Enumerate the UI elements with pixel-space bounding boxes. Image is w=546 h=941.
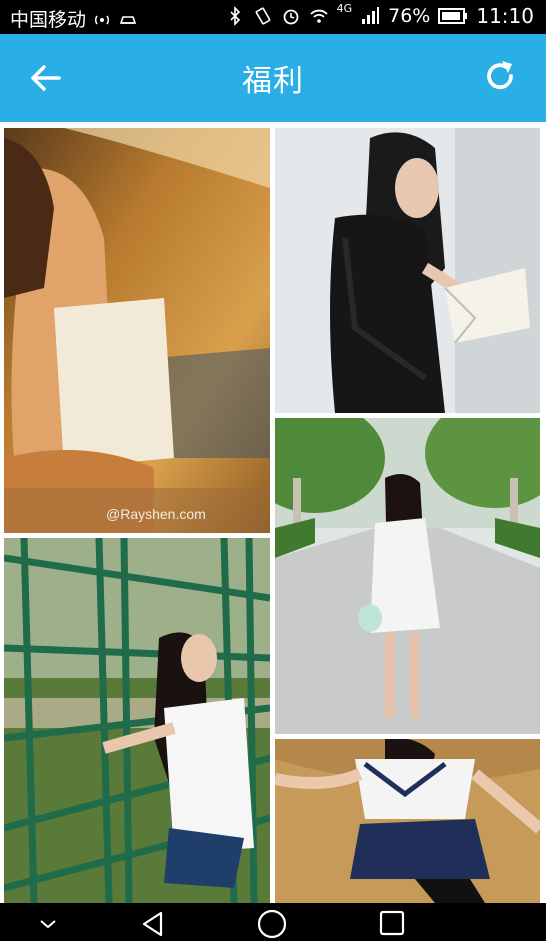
network-type-label: 4G bbox=[336, 1, 353, 15]
photo-girl-warm-room[interactable] bbox=[4, 128, 270, 533]
photo-card-2[interactable] bbox=[275, 128, 540, 413]
navigation-bar bbox=[0, 903, 546, 941]
photo-girl-reading-book[interactable] bbox=[275, 128, 540, 413]
refresh-icon[interactable] bbox=[480, 56, 520, 96]
photo-girl-green-fence[interactable] bbox=[4, 538, 270, 903]
back-triangle-icon[interactable] bbox=[138, 909, 168, 939]
status-right: 4G 76% 11:10 bbox=[225, 1, 534, 28]
photo-card-5[interactable] bbox=[275, 739, 540, 903]
photo-card-1[interactable]: @Rayshen.com bbox=[4, 128, 270, 533]
app-bar: 福利 bbox=[0, 34, 546, 122]
hotspot-icon bbox=[94, 15, 110, 24]
signal-icon bbox=[362, 7, 380, 24]
photo-girl-sailor-uniform[interactable] bbox=[275, 739, 540, 903]
photo-card-4[interactable] bbox=[4, 538, 270, 903]
collapse-icon[interactable] bbox=[38, 917, 58, 931]
alarm-icon bbox=[283, 9, 298, 25]
photo-watermark: @Rayshen.com bbox=[106, 506, 206, 522]
photo-girl-park-path[interactable] bbox=[275, 418, 540, 734]
photo-grid[interactable]: @Rayshen.com bbox=[0, 126, 546, 903]
home-circle-icon[interactable] bbox=[256, 908, 288, 940]
battery-icon bbox=[438, 8, 468, 24]
bluetooth-icon bbox=[230, 6, 240, 26]
clock: 11:10 bbox=[476, 4, 534, 28]
wifi-icon bbox=[309, 9, 328, 23]
carrier-label: 中国移动 bbox=[10, 9, 87, 31]
status-left: 中国移动 bbox=[10, 5, 138, 32]
vibrate-icon bbox=[255, 7, 270, 25]
car-icon bbox=[119, 15, 137, 24]
page-title: 福利 bbox=[242, 64, 304, 99]
battery-percent: 76% bbox=[388, 5, 431, 27]
status-bar: 中国移动 4G 76% 11:10 bbox=[0, 0, 546, 34]
recents-square-icon[interactable] bbox=[378, 909, 406, 937]
photo-card-3[interactable] bbox=[275, 418, 540, 734]
